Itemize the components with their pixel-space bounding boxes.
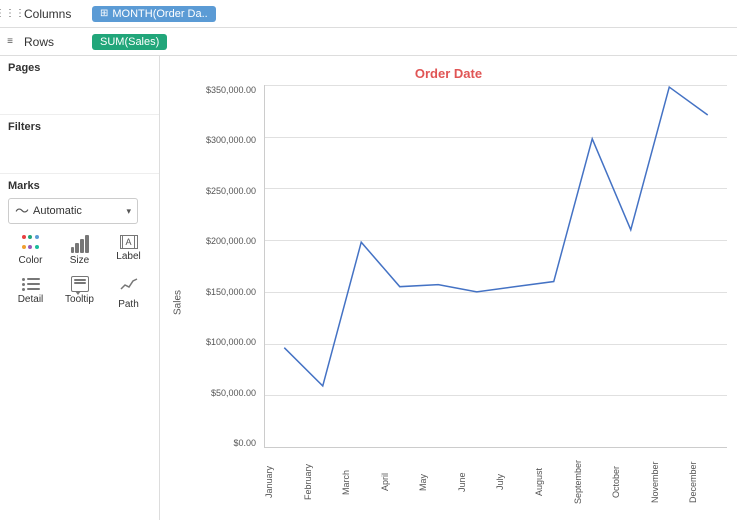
pages-section: Pages	[0, 56, 159, 115]
label-text-icon: A	[122, 235, 134, 249]
marks-size-button[interactable]: Size	[57, 232, 102, 269]
size-icon	[71, 235, 89, 253]
color-label: Color	[19, 255, 43, 266]
marks-wave-icon: 〜	[15, 201, 29, 221]
x-tick-jun: June	[457, 448, 496, 520]
x-tick-feb: February	[303, 448, 342, 520]
y-tick-250k: $250,000.00	[186, 186, 260, 196]
rows-pill-text: SUM(Sales)	[100, 36, 159, 48]
marks-section: Marks 〜 Automatic ▾	[0, 174, 159, 319]
chart-with-axes: $350,000.00 $300,000.00 $250,000.00 $200…	[186, 85, 727, 520]
y-tick-150k: $150,000.00	[186, 287, 260, 297]
color-dots-icon	[22, 235, 40, 253]
path-label: Path	[118, 299, 139, 310]
chart-inner: Sales $350,000.00 $300,000.00 $250,000.0…	[170, 85, 727, 520]
marks-label-button[interactable]: A Label	[106, 232, 151, 269]
x-tick-oct: October	[611, 448, 650, 520]
columns-pill-icon: ⊞	[100, 8, 108, 19]
detail-icon	[22, 276, 40, 292]
columns-pill-text: MONTH(Order Da..	[112, 8, 207, 20]
filters-section: Filters	[0, 115, 159, 174]
marks-color-button[interactable]: Color	[8, 232, 53, 269]
marks-detail-button[interactable]: Detail	[8, 273, 53, 313]
x-tick-aug: August	[534, 448, 573, 520]
tooltip-icon	[71, 276, 89, 292]
pages-content	[8, 78, 151, 108]
rows-shelf-label: Rows	[20, 35, 90, 49]
x-tick-nov: November	[650, 448, 689, 520]
marks-path-button[interactable]: Path	[106, 273, 151, 313]
x-tick-apr: April	[380, 448, 419, 520]
rows-pill[interactable]: SUM(Sales)	[92, 34, 167, 50]
x-tick-jul: July	[495, 448, 534, 520]
rows-shelf: ≡ Rows SUM(Sales)	[0, 28, 737, 56]
y-tick-300k: $300,000.00	[186, 135, 260, 145]
y-tick-100k: $100,000.00	[186, 337, 260, 347]
y-tick-0: $0.00	[186, 438, 260, 448]
x-axis: January February March April May June Ju…	[264, 448, 727, 520]
y-tick-350k: $350,000.00	[186, 85, 260, 95]
x-tick-mar: March	[341, 448, 380, 520]
columns-shelf-label: Columns	[20, 7, 90, 21]
x-tick-sep: September	[573, 448, 612, 520]
marks-dropdown-text: Automatic	[33, 205, 126, 217]
filters-content	[8, 137, 151, 167]
label-label: Label	[116, 251, 140, 262]
plot-area	[264, 85, 727, 448]
detail-label: Detail	[18, 294, 44, 305]
x-tick-jan: January	[264, 448, 303, 520]
filters-title: Filters	[8, 121, 151, 133]
marks-title: Marks	[8, 180, 151, 192]
marks-grid: Color Size	[8, 232, 151, 313]
x-tick-dec: December	[688, 448, 727, 520]
size-label: Size	[70, 255, 89, 266]
rows-shelf-icon: ≡	[0, 36, 20, 47]
marks-type-dropdown[interactable]: 〜 Automatic ▾	[8, 198, 138, 224]
chevron-down-icon: ▾	[126, 206, 131, 217]
line-chart-svg	[265, 85, 727, 447]
y-axis-label: Sales	[170, 85, 186, 520]
label-icon: A	[120, 235, 138, 249]
chart-area: Order Date Sales $350,000.00 $300,000.00…	[160, 56, 737, 520]
y-tick-50k: $50,000.00	[186, 388, 260, 398]
pages-title: Pages	[8, 62, 151, 74]
tooltip-label: Tooltip	[65, 294, 94, 305]
x-tick-may: May	[418, 448, 457, 520]
chart-title: Order Date	[170, 66, 727, 81]
path-icon	[120, 276, 138, 297]
columns-pill[interactable]: ⊞ MONTH(Order Da..	[92, 6, 216, 22]
y-tick-200k: $200,000.00	[186, 236, 260, 246]
marks-tooltip-button[interactable]: Tooltip	[57, 273, 102, 313]
columns-shelf: ⋮⋮⋮ Columns ⊞ MONTH(Order Da..	[0, 0, 737, 28]
left-panel: Pages Filters Marks 〜 Automatic ▾	[0, 56, 160, 520]
columns-shelf-icon: ⋮⋮⋮	[0, 8, 20, 19]
